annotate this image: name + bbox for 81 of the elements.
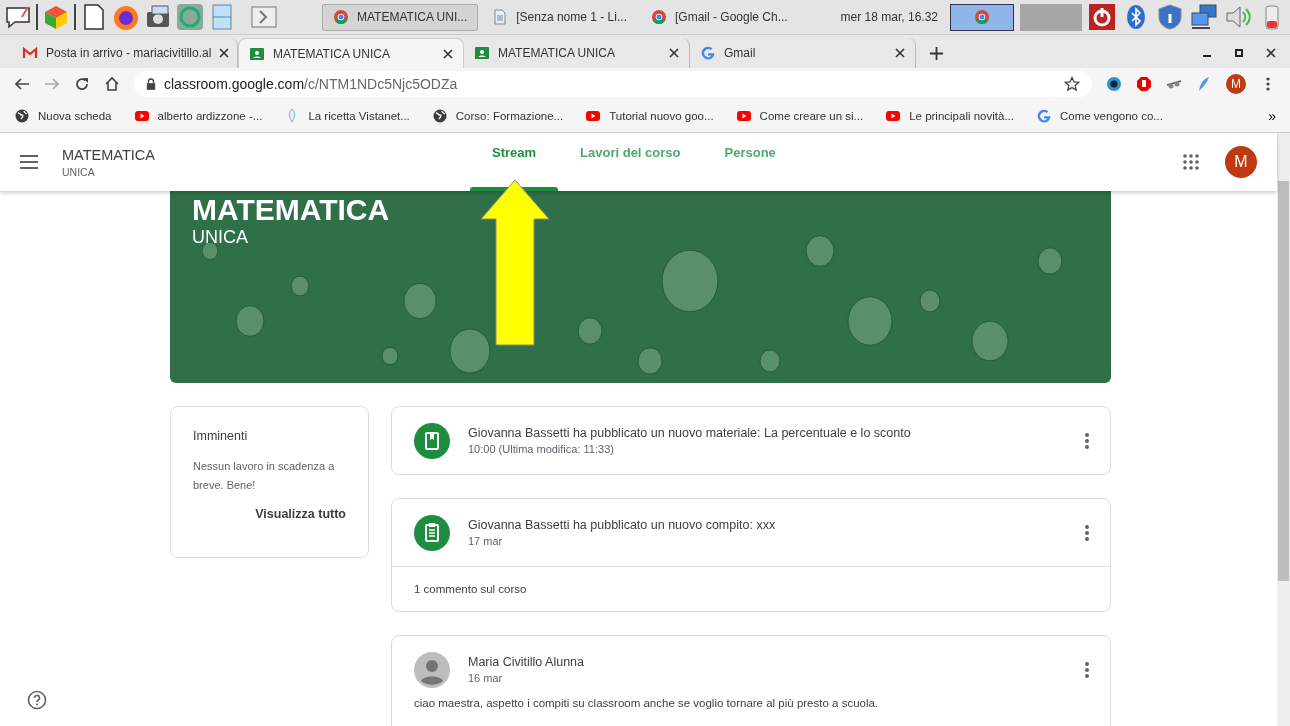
classroom-icon [249, 45, 265, 62]
close-icon[interactable] [443, 48, 453, 59]
post-date: 16 mar [468, 672, 504, 684]
bookmark[interactable]: Come creare un si... [735, 108, 864, 124]
network-icon[interactable] [1190, 3, 1218, 31]
more-options-icon[interactable] [1084, 523, 1090, 542]
more-options-icon[interactable] [1084, 431, 1090, 450]
power-icon[interactable] [1088, 3, 1116, 31]
post-date: 10:00 (Ultima modifica: 11:33) [468, 443, 615, 455]
more-bookmarks-button[interactable]: » [1268, 108, 1276, 124]
bookmark[interactable]: Tutorial nuovo goo... [585, 108, 714, 124]
post-text: ciao maestra, aspetto i compiti su classroom anche se voglio tornare al più presto a scuola. [414, 697, 879, 709]
reload-icon[interactable] [74, 76, 90, 92]
apps-grid-icon[interactable] [1183, 154, 1199, 170]
shield-info-icon[interactable] [1156, 3, 1184, 31]
view-all-link[interactable]: Visualizza tutto [255, 507, 346, 521]
google-g-icon [700, 45, 716, 61]
course-section: UNICA [62, 165, 155, 178]
classroom-icon [474, 45, 490, 61]
close-icon[interactable] [219, 48, 230, 58]
play-icon [585, 108, 602, 124]
document-icon [492, 9, 509, 25]
card-text: Nessun lavoro in scadenza a breve. Bene! [193, 459, 336, 493]
taskbar-window[interactable]: [Senza nome 1 - Li... [482, 3, 637, 31]
feather-icon[interactable] [1196, 76, 1212, 92]
browser-tab[interactable]: MATEMATICA UNICA [238, 38, 464, 68]
bookmark[interactable]: La ricetta Vistanet... [284, 108, 410, 124]
profile-avatar[interactable]: M [1226, 74, 1246, 94]
bookmark[interactable]: Le principali novità... [885, 108, 1014, 124]
play-icon [885, 108, 902, 124]
book-icon [414, 422, 450, 459]
globe-icon [14, 108, 30, 124]
browser-logo-icon [650, 9, 667, 25]
play-icon [133, 108, 150, 124]
stop-hand-icon[interactable] [1136, 76, 1152, 92]
address-bar[interactable]: classroom.google.com/c/NTM1NDc5Njc5ODZa [134, 71, 1092, 97]
nav-tab[interactable]: Stream [470, 133, 559, 167]
window-switch-icon[interactable] [250, 3, 278, 31]
close-icon[interactable] [895, 48, 905, 58]
post-title[interactable]: Giovanna Bassetti ha pubblicato un nuovo compito: xxx [468, 518, 776, 532]
back-icon[interactable] [14, 76, 30, 92]
taskbar-window[interactable]: [Gmail - Google Ch... [640, 3, 798, 31]
comment-count[interactable]: 1 commento sul corso [414, 583, 527, 595]
course-title[interactable]: MATEMATICA [62, 146, 155, 163]
menu-icon[interactable] [20, 155, 38, 169]
browser-logo-icon [333, 9, 349, 25]
bookmark[interactable]: alberto ardizzone -... [133, 108, 263, 124]
banner-title: MATEMATICA [192, 193, 390, 227]
post-title[interactable]: Maria Civitillo Alunna [468, 655, 585, 669]
close-icon[interactable] [669, 48, 679, 58]
taskbar-window[interactable]: MATEMATICA UNI... [322, 3, 479, 31]
globe-icon [431, 108, 448, 124]
more-options-icon[interactable] [1084, 660, 1090, 679]
envelope-m-icon [22, 45, 38, 61]
browser-logo-icon [974, 9, 990, 25]
post-title[interactable]: Giovanna Bassetti ha pubblicato un nuovo materiale: La percentuale e lo sconto [468, 426, 911, 440]
new-tab-icon[interactable] [930, 47, 943, 60]
clock: mer 18 mar, 16.32 [840, 10, 938, 24]
tray-button[interactable] [950, 3, 1014, 31]
lock-icon [146, 78, 156, 90]
bookmark[interactable]: Nuova scheda [14, 108, 112, 124]
google-g-icon [1036, 108, 1052, 124]
tray-slot [1020, 3, 1082, 31]
card-title: Imminenti [193, 429, 249, 443]
bookmark[interactable]: Corso: Formazione... [431, 108, 564, 124]
bookmark[interactable]: Come vengono co... [1036, 108, 1163, 124]
help-icon[interactable] [27, 690, 47, 710]
play-icon [735, 108, 752, 124]
firefox-icon[interactable] [112, 3, 140, 31]
banner-subtitle: UNICA [192, 227, 248, 248]
maximize-icon[interactable] [1234, 48, 1244, 58]
star-icon[interactable] [1064, 76, 1080, 92]
avatar-icon [414, 651, 450, 688]
clipboard-icon [414, 514, 450, 551]
cube-icon[interactable] [42, 3, 70, 31]
home-icon[interactable] [104, 76, 120, 92]
scrollbar[interactable] [1277, 133, 1290, 726]
post-date: 17 mar [468, 535, 504, 547]
eye-icon[interactable] [1106, 76, 1122, 92]
user-avatar[interactable]: M [1225, 146, 1257, 178]
close-icon[interactable] [1266, 48, 1276, 58]
